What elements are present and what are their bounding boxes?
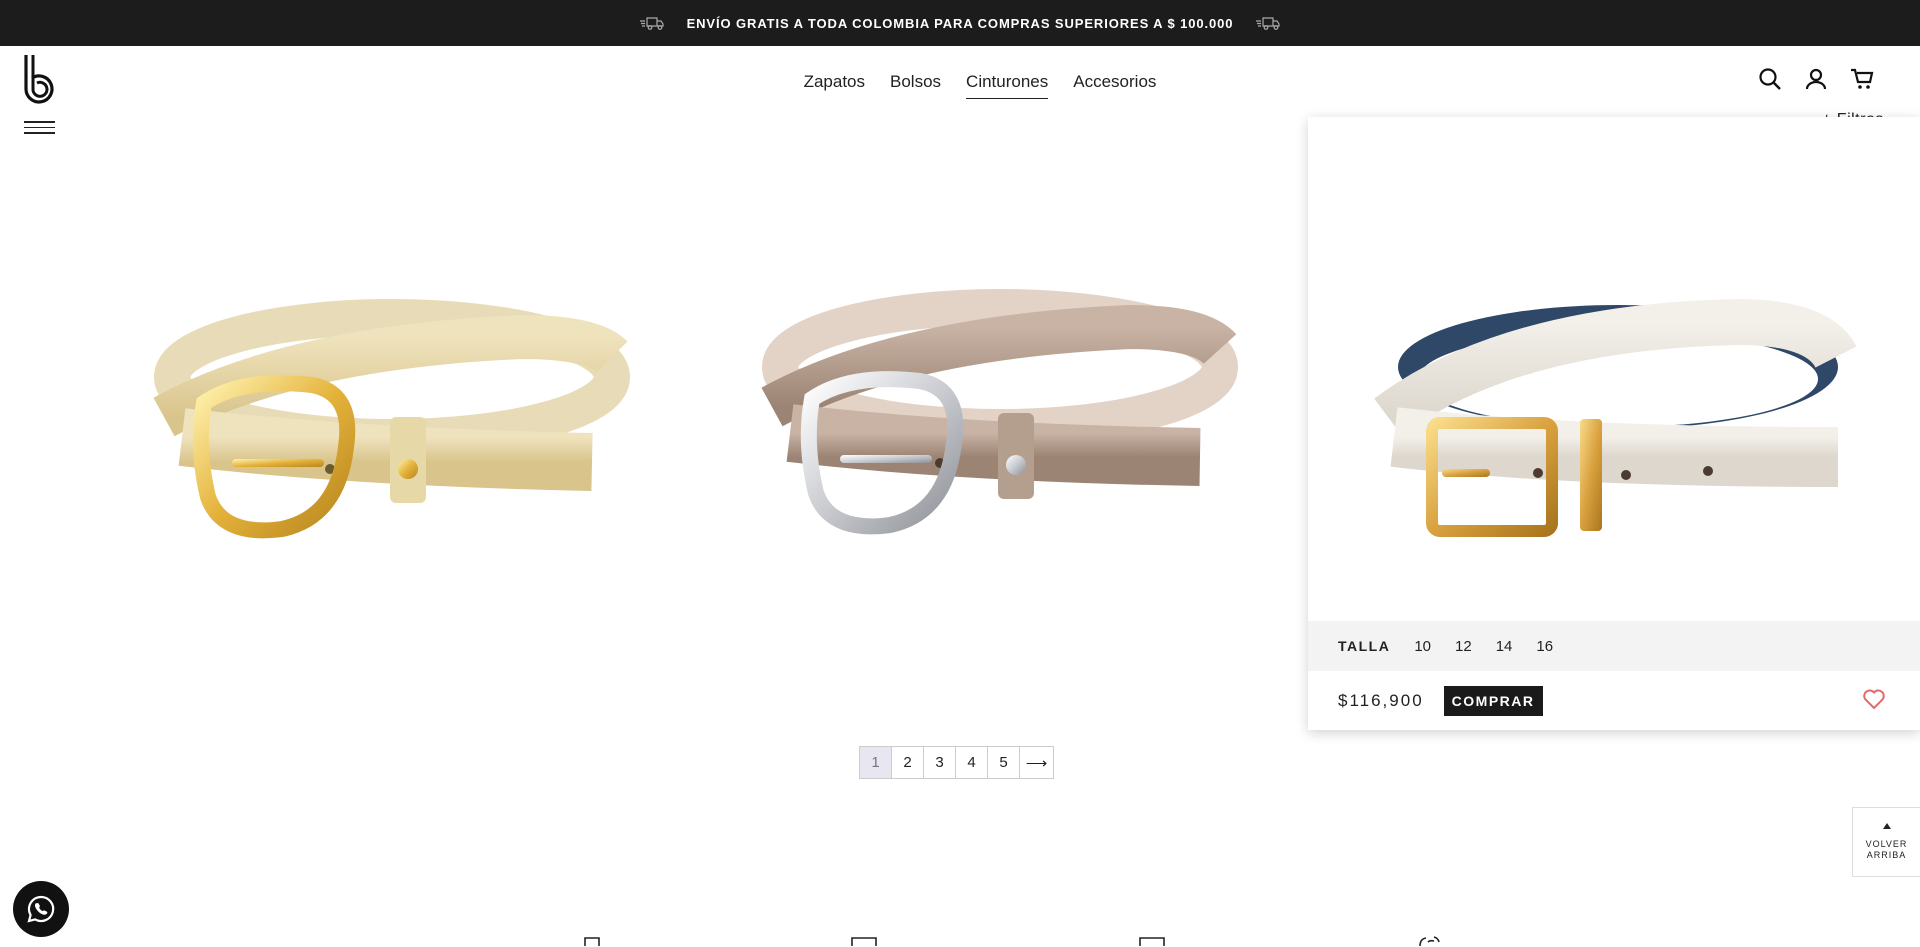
product-card[interactable] (700, 117, 1312, 730)
size-option[interactable]: 14 (1496, 638, 1513, 655)
page-link[interactable]: 4 (955, 746, 988, 779)
phone-icon (1419, 936, 1440, 947)
back-to-top-label: VOLVER ARRIBA (1865, 839, 1908, 860)
size-option[interactable]: 16 (1536, 638, 1553, 655)
nav-item-bolsos[interactable]: Bolsos (890, 72, 941, 99)
size-label: TALLA (1338, 638, 1391, 654)
pagination: 1 2 3 4 5 ⟶ (859, 746, 1054, 779)
size-selector: TALLA 10 12 14 16 (1308, 621, 1920, 671)
whatsapp-icon (27, 895, 55, 923)
back-to-top-button[interactable]: VOLVER ARRIBA (1852, 807, 1920, 877)
page-link-current[interactable]: 1 (859, 746, 892, 779)
buy-row: $116,900 COMPRAR (1308, 671, 1920, 730)
user-icon[interactable] (1804, 67, 1828, 91)
page-link[interactable]: 5 (987, 746, 1020, 779)
cart-icon[interactable] (1850, 67, 1874, 91)
product-card[interactable] (92, 117, 704, 730)
promo-text: ENVÍO GRATIS A TODA COLOMBIA PARA COMPRA… (686, 15, 1234, 31)
product-image-belt-gold[interactable] (92, 117, 704, 621)
promo-bar: ENVÍO GRATIS A TODA COLOMBIA PARA COMPRA… (0, 0, 1920, 46)
card-icon (1139, 937, 1165, 946)
nav-item-zapatos[interactable]: Zapatos (804, 72, 865, 99)
next-page-button[interactable]: ⟶ (1019, 746, 1054, 779)
page-link[interactable]: 3 (923, 746, 956, 779)
size-option[interactable]: 10 (1414, 638, 1431, 655)
heart-icon[interactable] (1862, 687, 1886, 711)
page-link[interactable]: 2 (891, 746, 924, 779)
truck-icon (639, 17, 664, 30)
footer-benefits (0, 936, 1920, 947)
main-nav: Zapatos Bolsos Cinturones Accesorios (0, 72, 1920, 99)
buy-button[interactable]: COMPRAR (1443, 685, 1543, 716)
product-card-hovered[interactable]: TALLA 10 12 14 16 $116,900 COMPRAR (1308, 117, 1920, 730)
product-image-belt-white[interactable] (1308, 117, 1920, 621)
truck-icon (1256, 17, 1281, 30)
nav-item-cinturones[interactable]: Cinturones (966, 72, 1049, 99)
box-icon (851, 937, 877, 946)
search-icon[interactable] (1758, 67, 1782, 91)
arrow-up-icon (1882, 823, 1891, 829)
menu-icon[interactable] (24, 121, 55, 135)
header-actions (1758, 67, 1874, 91)
whatsapp-button[interactable] (13, 881, 69, 937)
size-option[interactable]: 12 (1455, 638, 1472, 655)
truck-icon (584, 937, 600, 946)
product-price: $116,900 (1338, 690, 1424, 710)
product-image-belt-taupe[interactable] (700, 117, 1312, 621)
nav-item-accesorios[interactable]: Accesorios (1073, 72, 1156, 99)
